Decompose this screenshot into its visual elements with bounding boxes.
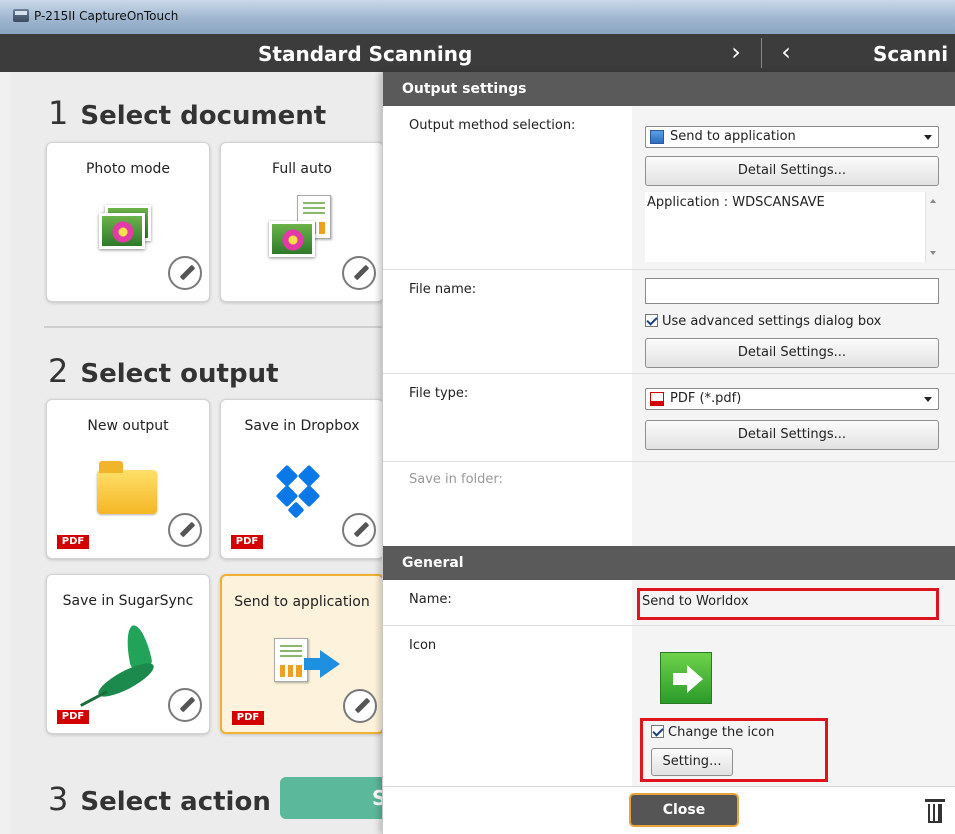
edit-pencil-icon[interactable]	[342, 513, 376, 547]
left-panel: 1 Select document Photo mode Full auto 2S…	[10, 72, 382, 834]
card-label: Save in SugarSync	[62, 593, 194, 609]
use-advanced-settings-label: Use advanced settings dialog box	[662, 314, 882, 329]
card-label: Full auto	[272, 161, 332, 177]
file-name-input[interactable]	[645, 278, 939, 304]
pdf-file-icon	[650, 392, 664, 406]
change-icon-highlight-box	[640, 718, 828, 782]
application-info-text: Application : WDSCANSAVE	[647, 195, 825, 210]
name-label: Name:	[409, 592, 452, 607]
arrow-right-icon	[660, 652, 712, 704]
name-highlight-box	[637, 588, 939, 620]
application-info-box[interactable]: Application : WDSCANSAVE	[645, 192, 939, 262]
save-in-folder-label: Save in folder:	[409, 472, 503, 487]
output-card-new-output[interactable]: New output PDF	[46, 399, 210, 559]
card-label: Photo mode	[85, 161, 171, 177]
file-type-dropdown[interactable]: PDF (*.pdf)	[645, 388, 939, 410]
edit-pencil-icon[interactable]	[168, 688, 202, 722]
output-method-detail-settings-button[interactable]: Detail Settings...	[645, 156, 939, 186]
pdf-badge: PDF	[57, 535, 89, 549]
scan-action-button[interactable]: S	[280, 777, 382, 819]
file-type-value: PDF (*.pdf)	[670, 391, 742, 406]
document-card-full-auto[interactable]: Full auto	[220, 142, 382, 302]
output-settings-heading: Output settings	[383, 72, 955, 106]
edit-pencil-icon[interactable]	[168, 256, 202, 290]
card-label: New output	[87, 418, 169, 434]
edit-pencil-icon[interactable]	[342, 256, 376, 290]
step-number: 2	[48, 352, 69, 390]
info-scrollbar[interactable]	[925, 192, 939, 262]
window-title-bar: P-215II CaptureOnTouch	[0, 0, 955, 34]
step-label: Select action	[80, 787, 271, 817]
chevron-down-icon	[924, 135, 932, 140]
output-card-save-in-sugarsync[interactable]: Save in SugarSync PDF	[46, 574, 210, 734]
folder-icon	[97, 461, 157, 514]
next-arrow-button[interactable]: ›	[716, 36, 756, 70]
edit-pencil-icon[interactable]	[168, 513, 202, 547]
step-3-heading: 3 Select action	[48, 780, 271, 818]
page-title: Standard Scanning	[258, 42, 473, 66]
file-name-detail-settings-button[interactable]: Detail Settings...	[645, 338, 939, 368]
output-card-send-to-application[interactable]: Send to application PDF	[220, 574, 382, 734]
window-title: P-215II CaptureOnTouch	[34, 9, 179, 23]
pdf-badge: PDF	[232, 711, 264, 725]
header-divider	[761, 38, 762, 68]
save-in-folder-row: Save in folder:	[383, 462, 955, 546]
output-method-value: Send to application	[670, 129, 796, 144]
checkbox-checked-icon	[645, 314, 658, 327]
send-to-application-small-icon	[650, 130, 664, 144]
use-advanced-settings-checkbox[interactable]: Use advanced settings dialog box	[645, 314, 881, 329]
file-type-label: File type:	[409, 386, 469, 401]
output-method-dropdown[interactable]: Send to application	[645, 126, 939, 148]
edit-pencil-icon[interactable]	[343, 689, 377, 723]
settings-panel: Output settings Output method selection:…	[382, 72, 955, 834]
file-name-label: File name:	[409, 282, 477, 297]
pdf-badge: PDF	[57, 710, 89, 724]
general-heading: General	[383, 546, 955, 580]
section-divider	[44, 326, 382, 328]
step-1-heading: 1 Select document	[48, 94, 326, 132]
step-2-heading: 2 Select output	[48, 352, 279, 390]
previous-arrow-button[interactable]: ‹	[766, 36, 806, 70]
file-type-detail-settings-button[interactable]: Detail Settings...	[645, 420, 939, 450]
document-card-photo-mode[interactable]: Photo mode	[46, 142, 210, 302]
card-label: Send to application	[234, 594, 370, 610]
step-label: Select document	[80, 101, 327, 131]
output-method-label: Output method selection:	[409, 118, 576, 133]
close-button[interactable]: Close	[629, 793, 739, 827]
scanner-app-icon	[13, 9, 29, 22]
step-number: 1	[48, 94, 69, 132]
panel-footer: Close	[383, 786, 955, 834]
output-card-save-in-dropbox[interactable]: Save in Dropbox PDF	[220, 399, 382, 559]
next-page-title: Scanni	[873, 42, 949, 66]
step-number: 3	[48, 780, 69, 818]
card-label: Save in Dropbox	[244, 418, 360, 434]
pdf-badge: PDF	[231, 535, 263, 549]
header-bar: Standard Scanning › ‹ Scanni	[0, 34, 955, 72]
trash-icon[interactable]	[925, 799, 945, 823]
chevron-down-icon	[924, 397, 932, 402]
icon-label: Icon	[409, 638, 437, 653]
step-label: Select output	[80, 359, 279, 389]
